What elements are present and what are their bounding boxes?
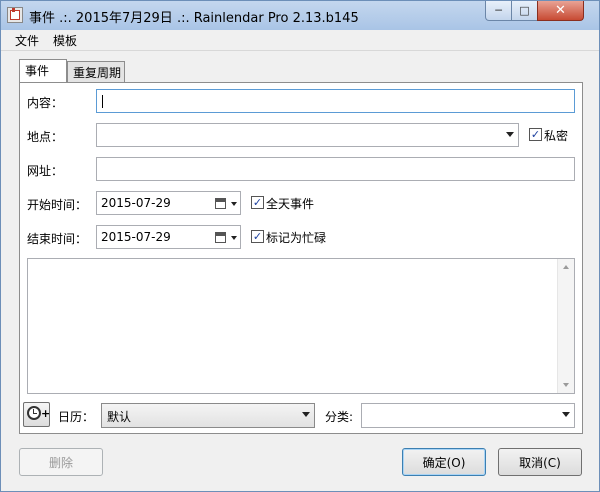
location-combobox[interactable]	[96, 123, 519, 147]
end-date-picker[interactable]: 2015-07-29	[96, 225, 241, 249]
chevron-down-icon[interactable]	[231, 236, 237, 240]
plus-icon: +	[41, 407, 51, 420]
location-label: 地点：	[27, 130, 64, 144]
tab-event-label: 事件	[25, 64, 50, 78]
minimize-button[interactable]: ─	[485, 1, 512, 21]
text-caret	[102, 95, 103, 108]
calendar-icon[interactable]	[215, 232, 226, 243]
private-label: 私密	[544, 129, 569, 143]
url-label: 网址：	[27, 164, 64, 178]
busy-label: 标记为忙碌	[266, 231, 327, 245]
chevron-down-icon[interactable]	[231, 202, 237, 206]
content-input[interactable]	[96, 89, 575, 113]
calendar-label: 日历：	[58, 410, 95, 424]
delete-button[interactable]: 删除	[19, 448, 103, 476]
window-title: 事件 .:. 2015年7月29日 .:. Rainlendar Pro 2.1…	[29, 11, 359, 26]
menu-file[interactable]: 文件	[15, 32, 39, 49]
checkmark-icon: ✓	[530, 128, 541, 141]
tab-recurrence-label: 重复周期	[73, 66, 122, 80]
start-date-picker[interactable]: 2015-07-29	[96, 191, 241, 215]
chevron-down-icon	[562, 412, 570, 417]
calendar-select[interactable]: 默认	[101, 403, 315, 428]
start-time-label: 开始时间：	[27, 198, 88, 212]
private-checkbox[interactable]: ✓	[529, 128, 542, 141]
title-bar[interactable]: 事件 .:. 2015年7月29日 .:. Rainlendar Pro 2.1…	[1, 1, 599, 30]
ok-button-label: 确定(O)	[422, 455, 466, 470]
notes-scrollbar[interactable]	[557, 259, 574, 393]
event-dialog-window: 事件 .:. 2015年7月29日 .:. Rainlendar Pro 2.1…	[0, 0, 600, 492]
calendar-icon[interactable]	[215, 198, 226, 209]
end-time-label: 结束时间：	[27, 232, 88, 246]
menu-bar: 文件 模板	[1, 30, 599, 51]
menu-template[interactable]: 模板	[53, 32, 77, 49]
category-combobox[interactable]	[361, 403, 575, 428]
close-button[interactable]: ✕	[537, 1, 584, 21]
checkmark-icon: ✓	[252, 196, 263, 209]
maximize-button[interactable]: □	[511, 1, 538, 21]
delete-button-label: 删除	[48, 455, 73, 470]
all-day-checkbox[interactable]: ✓	[251, 196, 264, 209]
checkmark-icon: ✓	[252, 230, 263, 243]
scroll-up-icon[interactable]	[563, 265, 569, 269]
end-date-value: 2015-07-29	[101, 230, 171, 244]
all-day-label: 全天事件	[266, 197, 315, 211]
close-icon: ✕	[555, 3, 566, 18]
minimize-icon: ─	[495, 4, 502, 17]
start-date-value: 2015-07-29	[101, 196, 171, 210]
scroll-down-icon[interactable]	[563, 383, 569, 387]
chevron-down-icon	[506, 132, 514, 137]
tab-event[interactable]: 事件	[19, 59, 67, 82]
ok-button[interactable]: 确定(O)	[402, 448, 486, 476]
calendar-value: 默认	[107, 410, 132, 424]
cancel-button-label: 取消(C)	[519, 455, 561, 470]
rainlendar-app-icon	[7, 7, 23, 23]
category-label: 分类:	[325, 410, 354, 424]
tab-recurrence[interactable]: 重复周期	[67, 61, 125, 82]
chevron-down-icon	[302, 412, 310, 417]
content-label: 内容：	[27, 96, 64, 110]
alarm-clock-icon	[27, 406, 41, 420]
url-input[interactable]	[96, 157, 575, 181]
add-alarm-button[interactable]: +	[23, 402, 50, 427]
notes-textarea[interactable]	[27, 258, 575, 394]
cancel-button[interactable]: 取消(C)	[498, 448, 582, 476]
busy-checkbox[interactable]: ✓	[251, 230, 264, 243]
maximize-icon: □	[519, 4, 530, 17]
